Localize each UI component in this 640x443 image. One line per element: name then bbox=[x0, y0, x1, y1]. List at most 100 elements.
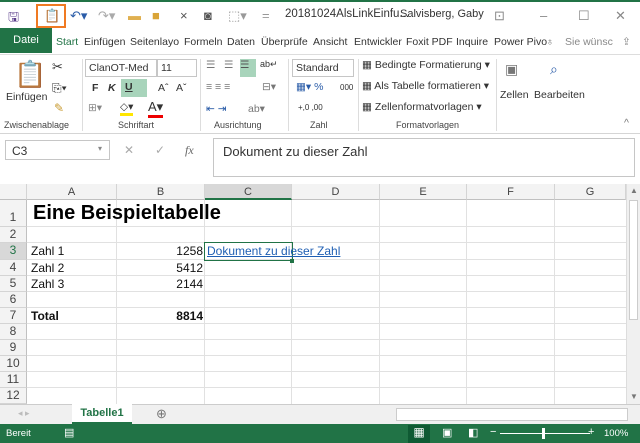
cut-icon[interactable]: ✂ bbox=[52, 59, 63, 75]
scroll-up-icon[interactable]: ▲ bbox=[630, 186, 638, 195]
tab-foxit-pdf[interactable]: Foxit PDF bbox=[406, 36, 453, 48]
cell-b3[interactable]: 1258 bbox=[117, 244, 203, 258]
orientation-icon[interactable]: ab▾ bbox=[248, 103, 265, 115]
column-header-d[interactable]: D bbox=[292, 184, 380, 200]
copy-icon[interactable]: ⎘▾ bbox=[52, 81, 67, 96]
shrink-font-icon[interactable]: Aˇ bbox=[176, 82, 187, 94]
font-color-icon[interactable]: A▾ bbox=[148, 99, 164, 118]
cell-a7[interactable]: Total bbox=[31, 309, 59, 323]
align-bottom-icon[interactable]: ☰ bbox=[240, 59, 256, 77]
vertical-scrollbar[interactable]: ▲ ▼ bbox=[626, 184, 640, 404]
tab-seitenlayout[interactable]: Seitenlayo bbox=[130, 36, 179, 48]
currency-icon[interactable]: ▦▾ % bbox=[296, 81, 323, 93]
indent-icons[interactable]: ⇤ ⇥ bbox=[206, 103, 227, 115]
editing-button[interactable]: Bearbeiten bbox=[534, 89, 585, 101]
font-name-select[interactable]: ClanOT-Med bbox=[85, 59, 157, 77]
decimal-icons[interactable]: +,0 ,00 bbox=[298, 103, 323, 112]
tab-datei[interactable]: Datei bbox=[0, 28, 52, 53]
redo-icon[interactable]: ↷▾ bbox=[98, 8, 115, 24]
insert-function-button[interactable]: fx bbox=[185, 143, 194, 158]
horizontal-scrollbar[interactable] bbox=[396, 408, 628, 421]
zoom-out-icon[interactable]: − bbox=[490, 426, 496, 438]
camera-icon[interactable]: ◙ bbox=[204, 8, 212, 23]
search-icon[interactable]: ⌕ bbox=[550, 61, 558, 78]
row-header-8[interactable]: 8 bbox=[0, 324, 27, 340]
thousands-icon[interactable]: 000 bbox=[340, 83, 353, 92]
align-left-icon[interactable]: ≡ ≡ ≡ bbox=[206, 81, 230, 93]
underline-button[interactable]: U bbox=[121, 79, 147, 97]
save-icon[interactable]: 🖫 bbox=[8, 8, 19, 30]
fill-color-icon[interactable]: ◇▾ bbox=[120, 101, 134, 116]
row-header-5[interactable]: 5 bbox=[0, 276, 27, 292]
enter-icon[interactable]: ✓ bbox=[155, 143, 165, 157]
tab-formeln[interactable]: Formeln bbox=[184, 36, 223, 48]
select-all-corner[interactable] bbox=[0, 184, 27, 200]
column-header-a[interactable]: A bbox=[27, 184, 117, 200]
maximize-icon[interactable]: ☐ bbox=[578, 8, 590, 24]
tell-me-input[interactable]: Sie wünsc bbox=[565, 36, 613, 48]
column-header-c[interactable]: C bbox=[205, 184, 292, 200]
cell-b4[interactable]: 5412 bbox=[117, 261, 203, 275]
minimize-icon[interactable]: – bbox=[540, 8, 547, 23]
grow-font-icon[interactable]: Aˆ bbox=[158, 82, 169, 94]
sheet-tab-tabelle1[interactable]: Tabelle1 bbox=[72, 404, 132, 424]
zoom-slider-thumb[interactable] bbox=[542, 428, 545, 439]
format-painter-icon[interactable]: ✎ bbox=[54, 101, 64, 115]
cells-icon[interactable]: ▣ bbox=[505, 61, 518, 78]
zoom-slider[interactable] bbox=[500, 433, 590, 434]
tab-ansicht[interactable]: Ansicht bbox=[313, 36, 347, 48]
chevron-down-icon[interactable]: ▾ bbox=[98, 144, 102, 153]
tab-inquire[interactable]: Inquire bbox=[456, 36, 488, 48]
row-header-1[interactable]: 1 bbox=[0, 200, 27, 227]
selection-icon[interactable]: ⬚▾ bbox=[228, 8, 247, 24]
row-header-2[interactable]: 2 bbox=[0, 227, 27, 243]
column-header-g[interactable]: G bbox=[555, 184, 626, 200]
row-header-11[interactable]: 11 bbox=[0, 372, 27, 388]
zoom-level[interactable]: 100% bbox=[604, 428, 628, 439]
collapse-ribbon-icon[interactable]: ^ bbox=[624, 117, 629, 129]
align-middle-icon[interactable]: ☰ bbox=[224, 59, 233, 71]
format-as-table-button[interactable]: ▦ Als Tabelle formatieren ▾ bbox=[362, 80, 489, 92]
paste-icon[interactable]: 📋 bbox=[14, 59, 46, 90]
cell-a3[interactable]: Zahl 1 bbox=[31, 244, 64, 258]
wrap-text-icon[interactable]: ab↵ bbox=[260, 59, 278, 70]
customize-qat-icon[interactable]: = bbox=[262, 8, 270, 23]
worksheet-grid[interactable]: A B C D E F G 1 2 3 4 5 6 7 8 9 10 11 12… bbox=[0, 184, 626, 404]
borders-icon[interactable]: ⊞▾ bbox=[88, 102, 102, 114]
row-header-9[interactable]: 9 bbox=[0, 340, 27, 356]
cell-styles-button[interactable]: ▦ Zellenformatvorlagen ▾ bbox=[362, 101, 482, 113]
close-x-icon[interactable]: × bbox=[180, 8, 188, 23]
fill-handle[interactable] bbox=[290, 259, 294, 263]
row-header-6[interactable]: 6 bbox=[0, 292, 27, 308]
bold-button[interactable]: F bbox=[92, 82, 98, 94]
cell-c3-hyperlink[interactable]: Dokument zu dieser Zahl bbox=[207, 244, 340, 258]
sheet-nav-arrows[interactable]: ◂ ▸ bbox=[18, 408, 30, 419]
scrollbar-thumb[interactable] bbox=[629, 200, 638, 320]
tab-power-pivot[interactable]: Power Pivo bbox=[494, 36, 547, 48]
cell-b7[interactable]: 8814 bbox=[117, 309, 203, 323]
cell-a1[interactable]: Eine Beispieltabelle bbox=[33, 202, 221, 225]
merge-center-icon[interactable]: ⊟▾ bbox=[262, 81, 276, 93]
row-header-3[interactable]: 3 bbox=[0, 243, 27, 260]
folder-icon[interactable]: ■ bbox=[152, 8, 160, 23]
cell-b5[interactable]: 2144 bbox=[117, 277, 203, 291]
tab-daten[interactable]: Daten bbox=[227, 36, 255, 48]
add-sheet-icon[interactable]: ⊕ bbox=[156, 406, 167, 422]
page-layout-view-icon[interactable]: ▣ bbox=[442, 426, 452, 439]
tab-ueberpruefen[interactable]: Überprüfe bbox=[261, 36, 308, 48]
row-header-7[interactable]: 7 bbox=[0, 308, 27, 324]
zoom-in-icon[interactable]: + bbox=[588, 426, 594, 438]
column-header-b[interactable]: B bbox=[117, 184, 205, 200]
row-header-12[interactable]: 12 bbox=[0, 388, 27, 404]
conditional-formatting-button[interactable]: ▦ Bedingte Formatierung ▾ bbox=[362, 59, 490, 71]
cancel-icon[interactable]: ✕ bbox=[124, 143, 134, 157]
name-box[interactable]: C3 bbox=[5, 140, 110, 160]
close-icon[interactable]: ✕ bbox=[615, 8, 626, 24]
font-size-select[interactable]: 11 bbox=[157, 59, 197, 77]
tab-start[interactable]: Start bbox=[56, 36, 78, 48]
cell-a5[interactable]: Zahl 3 bbox=[31, 277, 64, 291]
formula-input[interactable]: Dokument zu dieser Zahl bbox=[213, 138, 635, 177]
align-top-icon[interactable]: ☰ bbox=[206, 59, 215, 71]
number-format-select[interactable]: Standard bbox=[292, 59, 354, 77]
row-header-4[interactable]: 4 bbox=[0, 260, 27, 276]
